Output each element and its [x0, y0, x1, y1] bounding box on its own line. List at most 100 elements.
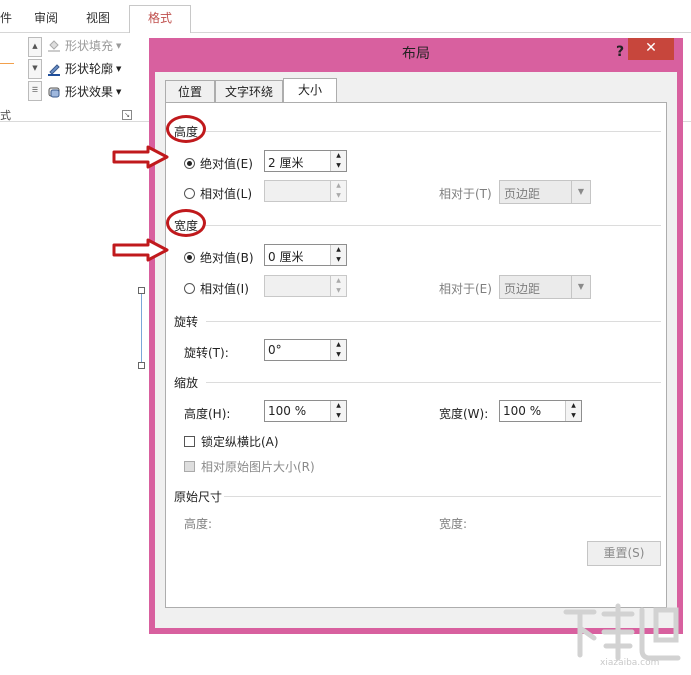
width-absolute-input[interactable]: 0 厘米 ▲ ▼ — [264, 244, 347, 266]
chevron-down-icon: ▼ — [116, 64, 122, 73]
spin-down-icon[interactable]: ▼ — [331, 191, 346, 201]
width-relative-to-select[interactable]: 页边距 ▼ — [499, 275, 591, 299]
radio-dot — [184, 188, 195, 199]
ribbon-group-label: 式 — [0, 109, 11, 122]
spin-buttons: ▲ ▼ — [330, 151, 346, 171]
height-absolute-radio[interactable]: 绝对值(E) — [184, 155, 253, 172]
radio-dot — [184, 252, 195, 263]
divider — [206, 225, 661, 226]
original-size-section-title: 原始尺寸 — [174, 490, 223, 504]
spin-down-icon[interactable]: ▼ — [566, 411, 581, 421]
height-relative-to-value: 页边距 — [504, 187, 541, 201]
chevron-down-icon: ▼ — [116, 41, 122, 50]
height-relative-label: 相对值(L) — [200, 187, 253, 201]
scale-height-input[interactable]: 100 % ▲ ▼ — [264, 400, 347, 422]
shape-outline-label: 形状轮廓 — [65, 62, 114, 76]
height-relative-to-label: 相对于(T) — [439, 187, 492, 201]
spin-down-icon[interactable]: ▼ — [331, 350, 346, 360]
dialog-title: 布局 — [402, 46, 430, 62]
lock-aspect-label: 锁定纵横比(A) — [201, 435, 279, 449]
width-absolute-label: 绝对值(B) — [200, 251, 254, 265]
width-relative-label: 相对值(I) — [200, 282, 249, 296]
size-tab-panel: 高度 绝对值(E) 2 厘米 ▲ ▼ 相对值(L) ▲ ▼ 相对于(T) 页边距… — [165, 102, 667, 608]
scale-height-label: 高度(H): — [184, 407, 231, 421]
relative-original-checkbox[interactable]: 相对原始图片大小(R) — [184, 458, 315, 475]
height-relative-input[interactable]: ▲ ▼ — [264, 180, 347, 202]
tab-text-wrapping[interactable]: 文字环绕 — [215, 80, 283, 102]
relative-original-label: 相对原始图片大小(R) — [201, 460, 315, 474]
spin-down-icon[interactable]: ▼ — [331, 286, 346, 296]
layout-dialog: 布局 ? ✕ 位置 文字环绕 大小 高度 绝对值(E) 2 厘米 ▲ ▼ 相对值… — [149, 38, 683, 634]
spin-buttons: ▲ ▼ — [330, 181, 346, 201]
close-icon: ✕ — [645, 40, 657, 56]
rotation-value: 0° — [268, 343, 282, 357]
divider — [206, 131, 661, 132]
scale-width-value: 100 % — [503, 404, 542, 418]
spin-down-icon[interactable]: ▼ — [331, 411, 346, 421]
checkbox-box — [184, 461, 195, 472]
ribbon-tab-view[interactable]: 视图 — [86, 9, 110, 26]
close-button[interactable]: ✕ — [628, 38, 674, 60]
scale-width-input[interactable]: 100 % ▲ ▼ — [499, 400, 582, 422]
shape-style-preview — [0, 63, 14, 64]
rotation-label: 旋转(T): — [184, 346, 229, 360]
original-width-label: 宽度: — [439, 517, 468, 531]
reset-button[interactable]: 重置(S) — [587, 541, 661, 566]
spin-buttons: ▲ ▼ — [565, 401, 581, 421]
annotation-circle-height — [166, 115, 206, 143]
rotation-section-title: 旋转 — [174, 315, 199, 329]
tab-position[interactable]: 位置 — [165, 80, 215, 102]
annotation-circle-width — [166, 209, 206, 237]
rotation-input[interactable]: 0° ▲ ▼ — [264, 339, 347, 361]
shape-fill-button[interactable]: 形状填充 ▼ — [47, 37, 121, 54]
height-absolute-value: 2 厘米 — [268, 156, 304, 170]
style-gallery-more[interactable]: ☰ — [28, 81, 42, 101]
scale-width-label: 宽度(W): — [439, 407, 489, 421]
ribbon-tab-format[interactable]: 格式 — [129, 5, 191, 33]
spin-buttons: ▲ ▼ — [330, 245, 346, 265]
annotation-arrow-height — [112, 145, 169, 169]
style-gallery-up[interactable]: ▲ — [28, 37, 42, 57]
spin-buttons: ▲ ▼ — [330, 340, 346, 360]
paint-bucket-icon — [47, 39, 61, 53]
shape-fill-label: 形状填充 — [65, 39, 114, 53]
scale-section-title: 缩放 — [174, 376, 199, 390]
annotation-arrow-width — [112, 238, 169, 262]
height-relative-radio[interactable]: 相对值(L) — [184, 185, 252, 202]
divider — [206, 382, 661, 383]
style-gallery-down[interactable]: ▼ — [28, 59, 42, 79]
height-relative-to-select[interactable]: 页边距 ▼ — [499, 180, 591, 204]
watermark-text: xiazaiba.com — [600, 658, 660, 668]
shape-outline-button[interactable]: 形状轮廓 ▼ — [47, 60, 121, 77]
spin-buttons: ▲ ▼ — [330, 276, 346, 296]
selected-line-shape[interactable] — [141, 290, 142, 364]
width-absolute-radio[interactable]: 绝对值(B) — [184, 249, 254, 266]
dialog-launcher-icon[interactable]: ↘ — [122, 110, 132, 120]
dialog-body: 位置 文字环绕 大小 高度 绝对值(E) 2 厘米 ▲ ▼ 相对值(L) ▲ ▼… — [155, 72, 677, 628]
shape-effects-icon — [47, 85, 61, 99]
ribbon-tab-review[interactable]: 审阅 — [34, 9, 58, 26]
help-button[interactable]: ? — [611, 43, 629, 63]
shape-effects-button[interactable]: 形状效果 ▼ — [47, 83, 121, 100]
chevron-down-icon: ▼ — [571, 276, 590, 298]
scale-height-value: 100 % — [268, 404, 307, 418]
height-absolute-input[interactable]: 2 厘米 ▲ ▼ — [264, 150, 347, 172]
original-height-label: 高度: — [184, 517, 213, 531]
width-relative-input[interactable]: ▲ ▼ — [264, 275, 347, 297]
chevron-down-icon: ▼ — [116, 87, 122, 96]
width-absolute-value: 0 厘米 — [268, 250, 304, 264]
spin-down-icon[interactable]: ▼ — [331, 255, 346, 265]
resize-handle-bottom[interactable] — [138, 362, 145, 369]
width-relative-radio[interactable]: 相对值(I) — [184, 280, 249, 297]
ribbon-tab-file[interactable]: 件 — [0, 9, 12, 26]
spin-buttons: ▲ ▼ — [330, 401, 346, 421]
lock-aspect-checkbox[interactable]: 锁定纵横比(A) — [184, 433, 279, 450]
pencil-icon — [47, 62, 61, 76]
spin-down-icon[interactable]: ▼ — [331, 161, 346, 171]
resize-handle-top[interactable] — [138, 287, 145, 294]
chevron-down-icon: ▼ — [571, 181, 590, 203]
tab-size[interactable]: 大小 — [283, 78, 337, 103]
width-relative-to-value: 页边距 — [504, 282, 541, 296]
radio-dot — [184, 283, 195, 294]
radio-dot — [184, 158, 195, 169]
